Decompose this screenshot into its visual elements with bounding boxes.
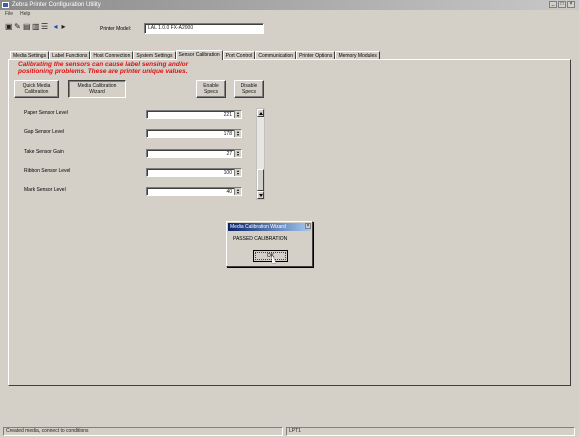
- mark-sensor-label: Mark Sensor Level: [24, 187, 66, 193]
- calibration-dialog: Media Calibration Wizard × PASSED CALIBR…: [226, 221, 313, 267]
- paper-sensor-value: 221: [223, 112, 232, 118]
- sensor-scrollbar[interactable]: [256, 108, 265, 200]
- gap-sensor-value: 178: [223, 131, 232, 137]
- ribbon-sensor-stepper[interactable]: 100: [146, 168, 242, 177]
- status-port: LPT1: [286, 427, 575, 436]
- gap-sensor-label: Gap Sensor Level: [24, 129, 65, 135]
- ribbon-sensor-value: 100: [223, 170, 232, 176]
- window-controls: _ □ ×: [549, 1, 575, 8]
- dialog-ok-button[interactable]: OK: [253, 250, 288, 262]
- take-sensor-stepper[interactable]: 27: [146, 149, 242, 158]
- mark-sensor-value: 40: [226, 189, 232, 195]
- close-button[interactable]: ×: [567, 1, 575, 8]
- window-title: Zebra Printer Configuration Utility: [12, 2, 101, 8]
- scroll-thumb[interactable]: [257, 169, 264, 191]
- print-icon[interactable]: ▥: [32, 23, 40, 31]
- disable-specs-button[interactable]: Disable Specs: [234, 80, 264, 98]
- spin-arrows-icon[interactable]: [234, 130, 241, 137]
- dialog-message: PASSED CALIBRATION: [233, 236, 288, 242]
- printer-model-field[interactable]: LAL 1.0.0 FX-A2000: [144, 23, 264, 34]
- tab-sensor-calibration[interactable]: Sensor Calibration: [175, 50, 223, 60]
- spin-arrows-icon[interactable]: [234, 169, 241, 176]
- toolbar: ▣ ✎ ▤ ▥ ☰ ◂ ▸ Printer Model: LAL 1.0.0 F…: [0, 19, 579, 36]
- back-icon[interactable]: ◂: [52, 23, 59, 31]
- take-sensor-value: 27: [226, 151, 232, 157]
- settings-icon[interactable]: ☰: [41, 23, 48, 31]
- paper-sensor-label: Paper Sensor Level: [24, 110, 68, 116]
- connect-icon[interactable]: ▣: [5, 23, 13, 31]
- scroll-down-icon[interactable]: [257, 191, 264, 199]
- calibration-warning: Calibrating the sensors can cause label …: [18, 61, 189, 75]
- paper-sensor-stepper[interactable]: 221: [146, 110, 242, 119]
- menu-bar: File Help: [0, 10, 579, 18]
- dialog-close-icon[interactable]: ×: [305, 223, 311, 229]
- status-bar: Created media, connect to conditions LPT…: [0, 425, 579, 437]
- printer-model-label: Printer Model:: [100, 26, 132, 32]
- spin-arrows-icon[interactable]: [234, 150, 241, 157]
- menu-file[interactable]: File: [5, 11, 13, 17]
- ok-label: OK: [255, 252, 286, 260]
- menu-help[interactable]: Help: [20, 11, 30, 17]
- open-icon[interactable]: ✎: [14, 23, 21, 31]
- media-calibration-wizard-button[interactable]: Media Calibration Wizard: [68, 80, 126, 98]
- enable-specs-button[interactable]: Enable Specs: [196, 80, 226, 98]
- mark-sensor-stepper[interactable]: 40: [146, 187, 242, 196]
- save-icon[interactable]: ▤: [23, 23, 31, 31]
- dialog-title: Media Calibration Wizard: [228, 223, 311, 231]
- forward-icon[interactable]: ▸: [60, 23, 67, 31]
- status-message: Created media, connect to conditions: [3, 427, 283, 436]
- spin-arrows-icon[interactable]: [234, 111, 241, 118]
- app-icon: [2, 2, 9, 8]
- spin-arrows-icon[interactable]: [234, 188, 241, 195]
- quick-calibration-button[interactable]: Quick Media Calibration: [14, 80, 59, 98]
- mouse-cursor-icon: [272, 255, 276, 263]
- maximize-button[interactable]: □: [558, 1, 566, 8]
- take-sensor-label: Take Sensor Gain: [24, 149, 64, 155]
- scroll-up-icon[interactable]: [257, 109, 264, 117]
- title-bar: Zebra Printer Configuration Utility _ □ …: [0, 0, 579, 10]
- gap-sensor-stepper[interactable]: 178: [146, 129, 242, 138]
- ribbon-sensor-label: Ribbon Sensor Level: [24, 168, 71, 174]
- minimize-button[interactable]: _: [549, 1, 557, 8]
